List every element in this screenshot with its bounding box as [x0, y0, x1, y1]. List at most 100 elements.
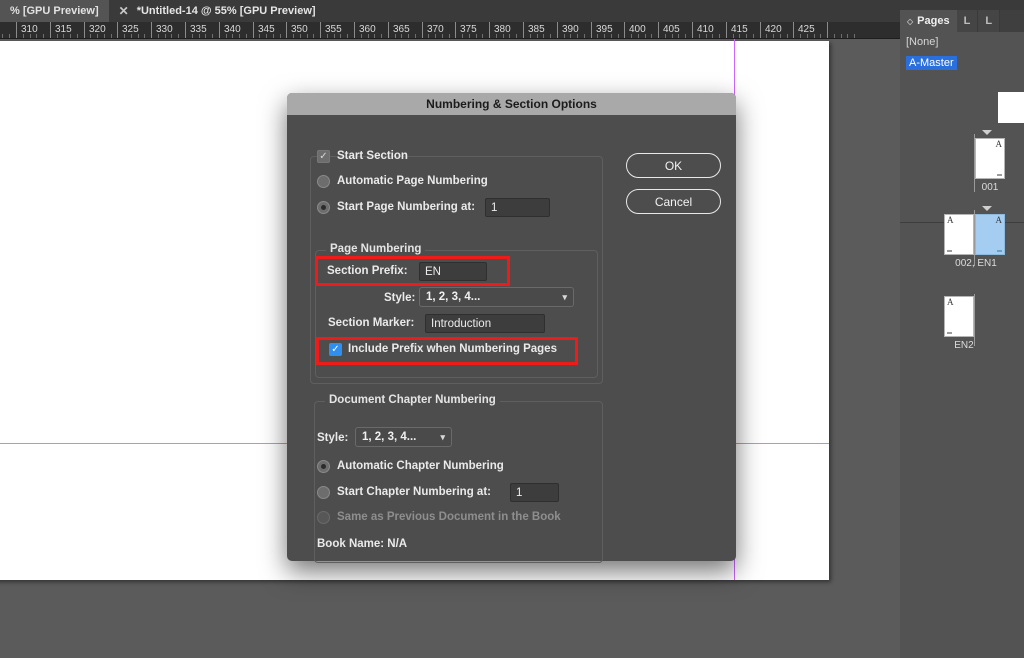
start-page-numbering-radio[interactable]: [317, 201, 330, 214]
numbering-section-options-dialog: Numbering & Section Options OK Cancel ✓ …: [287, 93, 736, 563]
ruler-minor-tick: [2, 34, 3, 38]
page-spread-002-en1[interactable]: A A 002, EN1: [900, 206, 1024, 288]
document-tab-1[interactable]: ✕ *Untitled-14 @ 55% [GPU Preview]: [108, 0, 326, 22]
start-section-label: Start Section: [337, 150, 408, 162]
ruler-minor-tick: [618, 34, 619, 38]
document-tab-0[interactable]: % [GPU Preview]: [0, 0, 109, 22]
start-chapter-numbering-radio[interactable]: [317, 486, 330, 499]
horizontal-ruler[interactable]: 310 315 320 325 330 335 340 345 350 355 360 365 370 3…: [0, 22, 1024, 39]
ruler-minor-tick: [9, 34, 10, 38]
page-thumb-001[interactable]: A: [975, 138, 1005, 179]
start-chapter-numbering-input[interactable]: 1: [510, 483, 559, 502]
ruler-major-tick: [455, 22, 456, 38]
chevron-down-icon-style: ▾: [562, 291, 567, 302]
panel-tab-links[interactable]: L: [978, 10, 1001, 32]
ruler-major-tick: [726, 22, 727, 38]
ruler-minor-tick: [347, 34, 348, 38]
start-page-numbering-input[interactable]: 1: [485, 198, 550, 217]
cancel-button-label: Cancel: [654, 194, 693, 209]
ruler-label: 370: [427, 24, 444, 35]
cancel-button[interactable]: Cancel: [626, 189, 721, 214]
master-none-label: [None]: [906, 36, 939, 48]
ruler-minor-tick: [144, 34, 145, 38]
panel-grip-icon: ◇: [907, 16, 914, 26]
ruler-label: 380: [494, 24, 511, 35]
ruler-minor-tick: [43, 34, 44, 38]
page-style-label: Style:: [384, 292, 416, 304]
ruler-minor-tick: [841, 34, 842, 38]
panel-tab-pages[interactable]: ◇ Pages: [900, 10, 957, 32]
ruler-minor-tick: [834, 34, 835, 38]
page-thumb-en2[interactable]: A: [944, 296, 974, 337]
include-prefix-label: Include Prefix when Numbering Pages: [348, 343, 557, 355]
page-label-en2: EN2: [954, 340, 974, 351]
ok-button[interactable]: OK: [626, 153, 721, 178]
page-thumb-en1[interactable]: A: [975, 214, 1005, 255]
page-spread-001[interactable]: A 001: [900, 128, 1024, 204]
ruler-major-tick: [827, 22, 828, 38]
ruler-label: 420: [765, 24, 782, 35]
page-spread-en2[interactable]: A EN2: [900, 294, 1024, 364]
panel-tab-pages-label: Pages: [917, 15, 950, 27]
ruler-label: 395: [596, 24, 613, 35]
chevron-down-icon: [982, 130, 992, 135]
ruler-major-tick: [557, 22, 558, 38]
ruler-major-tick: [185, 22, 186, 38]
ruler-major-tick: [117, 22, 118, 38]
ruler-minor-tick: [449, 34, 450, 38]
ruler-major-tick: [523, 22, 524, 38]
ruler-minor-tick: [550, 34, 551, 38]
page-thumb-002[interactable]: A: [944, 214, 974, 255]
ruler-label: 335: [190, 24, 207, 35]
page-corner-mark: [997, 174, 1002, 176]
page-master-mark-left: A: [947, 215, 954, 225]
automatic-chapter-numbering-radio[interactable]: [317, 460, 330, 473]
page-style-select[interactable]: 1, 2, 3, 4... ▾: [419, 287, 574, 307]
ruler-label: 385: [528, 24, 545, 35]
ruler-major-tick: [354, 22, 355, 38]
ruler-minor-tick: [178, 34, 179, 38]
chapter-style-label: Style:: [317, 432, 349, 444]
ruler-minor-tick: [77, 34, 78, 38]
ruler-major-tick: [16, 22, 17, 38]
book-name-label: Book Name: N/A: [317, 538, 408, 550]
panel-tab-links-label: L: [985, 15, 993, 27]
automatic-page-numbering-label: Automatic Page Numbering: [337, 175, 488, 187]
section-prefix-input[interactable]: EN: [419, 262, 487, 281]
ruler-major-tick: [151, 22, 152, 38]
start-chapter-numbering-label: Start Chapter Numbering at:: [337, 486, 491, 498]
master-none-row[interactable]: [None]: [900, 32, 1024, 50]
ruler-minor-tick: [651, 34, 652, 38]
ruler-minor-tick: [820, 34, 821, 38]
spine-en2: [974, 294, 975, 346]
ruler-major-tick: [84, 22, 85, 38]
start-section-checkbox[interactable]: ✓: [317, 150, 330, 163]
automatic-page-numbering-radio[interactable]: [317, 175, 330, 188]
dialog-title-label: Numbering & Section Options: [426, 97, 597, 111]
close-icon[interactable]: ✕: [119, 5, 129, 17]
ruler-label: 415: [731, 24, 748, 35]
ruler-minor-tick: [246, 34, 247, 38]
ruler-minor-tick: [111, 34, 112, 38]
ruler-major-tick: [489, 22, 490, 38]
ruler-label: 410: [697, 24, 714, 35]
ruler-major-tick: [219, 22, 220, 38]
include-prefix-checkbox[interactable]: ✓: [329, 343, 342, 356]
master-a-row[interactable]: A-Master: [900, 50, 1024, 72]
ruler-label: 310: [21, 24, 38, 35]
master-a-thumbnail[interactable]: [998, 92, 1024, 123]
indesign-window: % [GPU Preview] ✕ *Untitled-14 @ 55% [GP…: [0, 0, 1024, 658]
chevron-down-icon-2: [982, 206, 992, 211]
chapter-style-select[interactable]: 1, 2, 3, 4... ▾: [355, 427, 452, 447]
ruler-minor-tick: [482, 34, 483, 38]
ruler-label: 320: [89, 24, 106, 35]
start-chapter-numbering-value: 1: [516, 486, 523, 499]
ruler-minor-tick: [584, 34, 585, 38]
panel-tab-layers[interactable]: L: [956, 10, 979, 32]
page-label-001: 001: [981, 182, 999, 193]
same-as-previous-label: Same as Previous Document in the Book: [337, 511, 561, 523]
section-prefix-label: Section Prefix:: [327, 265, 408, 277]
ruler-major-tick: [760, 22, 761, 38]
section-marker-input[interactable]: Introduction: [425, 314, 545, 333]
ruler-label: 375: [460, 24, 477, 35]
